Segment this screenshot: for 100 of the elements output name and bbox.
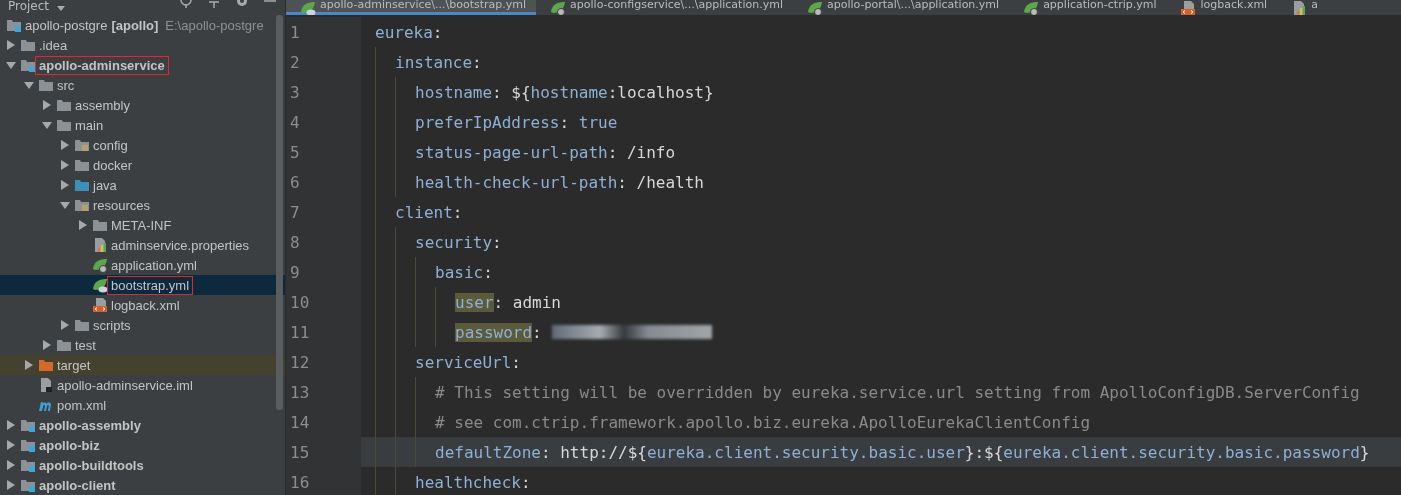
xml-file-icon: [1180, 0, 1197, 15]
settings-icon[interactable]: [235, 0, 249, 8]
tree-row[interactable]: pom.xml: [0, 395, 285, 415]
tree-row[interactable]: scripts: [0, 315, 285, 335]
dropdown-caret-icon[interactable]: [57, 6, 66, 12]
line-number: 13: [289, 382, 311, 402]
panel-title[interactable]: Project: [8, 0, 50, 12]
file-icon: [38, 377, 54, 393]
tree-row[interactable]: config: [0, 135, 285, 155]
tree-row[interactable]: apollo-buildtools: [0, 455, 285, 475]
tree-row[interactable]: .idea: [0, 35, 285, 55]
code-token: :: [472, 52, 482, 72]
tree-item-label: target: [56, 356, 92, 374]
line-number: 3: [289, 82, 301, 102]
tree-row[interactable]: logback.xml: [0, 295, 285, 315]
code-token: }:${: [964, 442, 1004, 462]
tree-row[interactable]: bootstrap.yml: [0, 275, 285, 295]
code-token: :: [452, 202, 463, 222]
xml-file-icon: [92, 297, 108, 313]
tree-row[interactable]: target: [0, 355, 285, 375]
tree-item-label: .idea: [38, 36, 69, 54]
code-token: hostname: [415, 82, 493, 102]
code-token: : ${: [492, 82, 531, 102]
collapse-icon[interactable]: [207, 0, 221, 8]
tree-row[interactable]: docker: [0, 155, 285, 175]
tree-item-label: logback.xml: [110, 296, 181, 314]
tree-row[interactable]: java: [0, 175, 285, 195]
line-number: 6: [289, 172, 301, 192]
project-path: E:\apollo-postgre: [165, 17, 264, 33]
leaf-cloud-icon: [92, 277, 108, 293]
tree-row[interactable]: apollo-postgre [apollo] E:\apollo-postgre: [0, 15, 285, 35]
tree-item-label: resources: [92, 196, 152, 214]
tree-row[interactable]: apollo-adminservice: [0, 55, 285, 75]
locate-icon[interactable]: [179, 0, 193, 8]
code-token: status-page-url-path: [415, 142, 608, 162]
folder-icon: [56, 337, 72, 353]
collapsed-arrow-icon[interactable]: [60, 160, 70, 170]
editor-tab[interactable]: apollo-adminservice\...\bootstrap.yml: [286, 0, 537, 15]
expanded-arrow-icon[interactable]: [60, 200, 70, 210]
tree-row[interactable]: adminservice.properties: [0, 235, 285, 255]
tree-item-label: config: [92, 136, 129, 154]
collapsed-arrow-icon[interactable]: [60, 140, 70, 150]
line-number: 11: [289, 322, 311, 342]
leaf-file-icon: [806, 0, 823, 15]
code-token: :: [532, 322, 542, 342]
code-token: eureka: [375, 22, 433, 42]
tree-row[interactable]: apollo-client: [0, 475, 285, 495]
folder-icon: [92, 217, 108, 233]
tree-item-label: META-INF: [110, 216, 173, 234]
tree-row[interactable]: application.yml: [0, 255, 285, 275]
collapsed-arrow-icon[interactable]: [42, 100, 52, 110]
tree-row[interactable]: assembly: [0, 95, 285, 115]
tree-item-label: main: [74, 116, 105, 134]
collapsed-arrow-icon[interactable]: [6, 420, 16, 430]
tree-row[interactable]: main: [0, 115, 285, 135]
module-name: [apollo]: [110, 16, 160, 34]
tree-row[interactable]: apollo-adminservice.iml: [0, 375, 285, 395]
scrollbar[interactable]: [276, 15, 283, 410]
line-number: 12: [289, 352, 311, 372]
tree-row[interactable]: apollo-biz: [0, 435, 285, 455]
expanded-arrow-icon[interactable]: [24, 80, 34, 90]
collapsed-arrow-icon[interactable]: [6, 440, 16, 450]
tree-row[interactable]: META-INF: [0, 215, 285, 235]
code-token: eureka.client.security.basic.user: [646, 442, 965, 462]
code-editor[interactable]: [286, 15, 1401, 495]
code-token: instance: [395, 52, 473, 72]
collapsed-arrow-icon[interactable]: [60, 180, 70, 190]
code-token: true: [578, 112, 618, 132]
code-token: user: [455, 292, 494, 312]
code-token: :: [483, 262, 493, 282]
collapsed-arrow-icon[interactable]: [60, 320, 70, 330]
code-token: # This setting will be overridden by eureka.service.url setting from ApolloConfigDB.ServerConfig: [435, 382, 1360, 402]
expanded-arrow-icon[interactable]: [6, 60, 16, 70]
resource-folder-icon: [74, 197, 90, 213]
collapsed-arrow-icon[interactable]: [6, 480, 16, 490]
tree-row[interactable]: test: [0, 335, 285, 355]
tree-row[interactable]: src: [0, 75, 285, 95]
leaf-file-icon: [550, 0, 567, 15]
tree-item-label: assembly: [74, 96, 131, 114]
module-folder-icon: [20, 417, 36, 433]
module-folder-icon: [6, 17, 22, 33]
line-number: 8: [289, 232, 301, 252]
tree-item-label: adminservice.properties: [110, 236, 250, 254]
line-number: 10: [289, 292, 311, 312]
code-token: :: [520, 472, 531, 492]
collapsed-arrow-icon[interactable]: [78, 220, 88, 230]
tree-item-label: pom.xml: [56, 396, 108, 414]
tree-row[interactable]: resources: [0, 195, 285, 215]
collapsed-arrow-icon[interactable]: [6, 460, 16, 470]
collapsed-arrow-icon[interactable]: [42, 340, 52, 350]
code-token: defaultZone: [435, 442, 541, 462]
folder-icon: [56, 97, 72, 113]
tree-item-label: apollo-biz: [38, 436, 101, 454]
expanded-arrow-icon[interactable]: [42, 120, 52, 130]
line-number: 9: [289, 262, 301, 282]
collapsed-arrow-icon[interactable]: [6, 40, 16, 50]
collapsed-arrow-icon[interactable]: [24, 360, 34, 370]
code-token: eureka.client.security.basic.password: [1003, 442, 1360, 462]
line-number: 4: [289, 112, 301, 132]
tree-row[interactable]: apollo-assembly: [0, 415, 285, 435]
